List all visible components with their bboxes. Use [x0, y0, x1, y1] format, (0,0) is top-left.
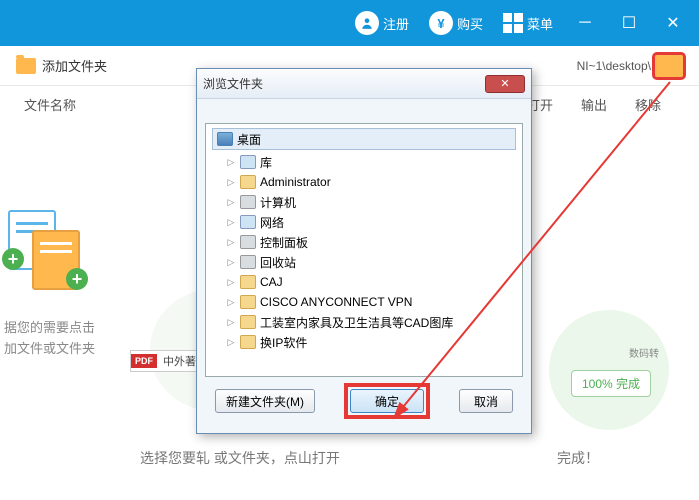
tree-item-label: 换IP软件: [260, 334, 307, 351]
browse-folder-dialog: 浏览文件夹 ✕ 桌面 ▷库▷Administrator▷计算机▷网络▷控制面板▷…: [196, 68, 532, 434]
tree-item-desktop[interactable]: 桌面: [212, 128, 516, 150]
tree-item[interactable]: ▷库: [212, 152, 516, 172]
browse-folder-button[interactable]: [655, 55, 683, 77]
expand-icon[interactable]: ▷: [226, 237, 236, 248]
ctrl-icon: [240, 235, 256, 249]
dialog-buttons: 新建文件夹(M) 确定 取消: [205, 377, 523, 425]
register-button[interactable]: 注册: [347, 7, 417, 39]
folder-icon: [240, 335, 256, 349]
add-folder-button[interactable]: 添加文件夹: [16, 56, 107, 75]
expand-icon[interactable]: ▷: [226, 157, 236, 168]
menu-button[interactable]: 菜单: [495, 9, 561, 37]
path-text: NI~1\desktop\: [577, 59, 651, 73]
expand-icon[interactable]: ▷: [226, 337, 236, 348]
expand-icon[interactable]: ▷: [226, 197, 236, 208]
tree-item-label: 网络: [260, 214, 284, 231]
tree-item-label: 回收站: [260, 254, 296, 271]
folder-icon: [240, 315, 256, 329]
net-icon: [240, 215, 256, 229]
done-text: 完成！: [557, 448, 599, 468]
grid-icon: [503, 13, 523, 33]
expand-icon[interactable]: ▷: [226, 217, 236, 228]
tree-item-label: 控制面板: [260, 234, 308, 251]
dialog-titlebar[interactable]: 浏览文件夹 ✕: [197, 69, 531, 99]
tree-item-label: 计算机: [260, 194, 296, 211]
tree-item[interactable]: ▷ CAJ: [212, 272, 516, 292]
docs-icon: + +: [8, 210, 98, 300]
folder-icon: [16, 58, 36, 74]
done-badge: 100% 完成: [571, 370, 651, 397]
pc-icon: [240, 195, 256, 209]
ok-button[interactable]: 确定: [350, 389, 424, 413]
new-folder-button[interactable]: 新建文件夹(M): [215, 389, 315, 413]
tree-item[interactable]: ▷ CISCO ANYCONNECT VPN: [212, 292, 516, 312]
tree-item-label: 库: [260, 154, 272, 171]
buy-button[interactable]: ¥ 购买: [421, 7, 491, 39]
bin-icon: [240, 255, 256, 269]
dialog-title: 浏览文件夹: [203, 75, 485, 92]
titlebar: 注册 ¥ 购买 菜单 ─ ☐ ✕: [0, 0, 699, 46]
close-button[interactable]: ✕: [653, 0, 693, 46]
tree-item[interactable]: ▷ Administrator: [212, 172, 516, 192]
tree-item[interactable]: ▷ 网络: [212, 212, 516, 232]
cancel-button[interactable]: 取消: [459, 389, 513, 413]
dropzone[interactable]: + + 据您的需要点击 加文件或文件夹: [0, 210, 200, 360]
output-path: NI~1\desktop\: [577, 55, 683, 77]
expand-icon[interactable]: ▷: [226, 277, 236, 288]
tree-item[interactable]: ▷ 控制面板: [212, 232, 516, 252]
lib-icon: [240, 155, 256, 169]
expand-icon[interactable]: ▷: [226, 317, 236, 328]
add-folder-label: 添加文件夹: [42, 56, 107, 75]
folder-icon: [240, 275, 256, 289]
buy-label: 购买: [457, 14, 483, 33]
register-label: 注册: [383, 14, 409, 33]
folder-tree[interactable]: 桌面 ▷库▷Administrator▷计算机▷网络▷控制面板▷回收站▷CAJ▷…: [205, 123, 523, 377]
tree-item-label: Administrator: [260, 175, 331, 189]
desktop-label: 桌面: [237, 131, 261, 148]
folder-icon: [240, 175, 256, 189]
desktop-icon: [217, 132, 233, 146]
tree-item[interactable]: ▷ 换IP软件: [212, 332, 516, 352]
folder-icon: [240, 295, 256, 309]
pdf-icon: PDF: [131, 354, 157, 368]
expand-icon[interactable]: ▷: [226, 297, 236, 308]
col-export: 输出: [567, 95, 621, 114]
tree-item[interactable]: ▷ 工装室内家具及卫生洁具等CAD图库: [212, 312, 516, 332]
maximize-button[interactable]: ☐: [609, 0, 649, 46]
col-remove: 移除: [621, 95, 675, 114]
minimize-button[interactable]: ─: [565, 0, 605, 46]
expand-icon[interactable]: ▷: [226, 257, 236, 268]
yen-icon: ¥: [429, 11, 453, 35]
expand-icon[interactable]: ▷: [226, 177, 236, 188]
user-icon: [355, 11, 379, 35]
hint-text: 选择您要轧 或文件夹，点山打开: [140, 448, 340, 468]
tree-item-label: 工装室内家具及卫生洁具等CAD图库: [260, 314, 453, 331]
tree-item-label: CAJ: [260, 275, 283, 289]
tree-item-label: CISCO ANYCONNECT VPN: [260, 295, 412, 309]
dialog-close-button[interactable]: ✕: [485, 75, 525, 93]
tree-item[interactable]: ▷ 回收站: [212, 252, 516, 272]
download-label: 数码转: [629, 345, 659, 360]
menu-label: 菜单: [527, 14, 553, 33]
tree-item[interactable]: ▷ 计算机: [212, 192, 516, 212]
